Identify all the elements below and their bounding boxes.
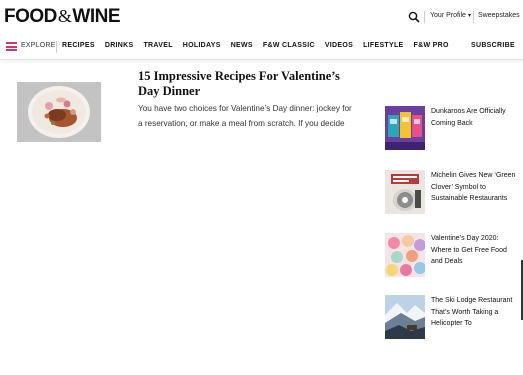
card-thumbnail: [385, 170, 425, 214]
card-title: Michelin Gives New ‘Green Clover’ Symbol…: [431, 172, 516, 202]
card-title: Dunkaroos Are Officially Coming Back: [431, 108, 506, 127]
site-logo[interactable]: FOOD&WINE: [4, 6, 121, 28]
nav-item-drinks[interactable]: DRINKS: [105, 42, 134, 49]
divider: [56, 41, 57, 53]
nav-item-fw-pro[interactable]: F&W PRO: [414, 42, 449, 49]
divider: [473, 11, 474, 23]
card-thumbnail: [385, 295, 425, 339]
profile-menu[interactable]: Your Profile ▾: [430, 12, 471, 19]
logo-ampersand: &: [57, 6, 72, 26]
hamburger-menu-icon[interactable]: [6, 42, 17, 51]
nav-item-videos[interactable]: VIDEOS: [325, 42, 353, 49]
nav-item-lifestyle[interactable]: LIFESTYLE: [363, 42, 403, 49]
article-thumbnail[interactable]: [17, 82, 101, 142]
divider: [424, 11, 425, 23]
sidebar-card[interactable]: Valentine’s Day 2020: Where to Get Free …: [385, 233, 523, 279]
plated-dish-image: [17, 82, 101, 142]
nav-item-holidays[interactable]: HOLIDAYS: [183, 42, 221, 49]
article-title[interactable]: 15 Impressive Recipes For Valentine’s Da…: [138, 69, 350, 99]
nav-item-news[interactable]: NEWS: [231, 42, 253, 49]
chevron-down-icon: ▾: [467, 13, 471, 19]
sweepstakes-link[interactable]: Sweepstakes: [478, 12, 520, 19]
nav-item-fw-classic[interactable]: F&W CLASSIC: [263, 42, 315, 49]
card-thumbnail: [385, 233, 425, 277]
nav-item-travel[interactable]: TRAVEL: [143, 42, 172, 49]
profile-label: Your Profile: [430, 12, 466, 19]
main-nav: EXPLORE RECIPES DRINKS TRAVEL HOLIDAYS N…: [0, 34, 523, 60]
article-description: You have two choices for Valentine’s Day…: [138, 104, 352, 128]
sidebar-card[interactable]: Dunkaroos Are Officially Coming Back: [385, 106, 523, 152]
logo-left: FOOD: [4, 6, 57, 27]
sidebar-card[interactable]: Michelin Gives New ‘Green Clover’ Symbol…: [385, 170, 523, 216]
nav-item-recipes[interactable]: RECIPES: [62, 42, 95, 49]
card-title: The Ski Lodge Restaurant That’s Worth Ta…: [431, 297, 513, 327]
top-bar: FOOD&WINE Your Profile ▾ Sweepstakes: [0, 0, 523, 32]
search-icon[interactable]: [408, 11, 420, 23]
subscribe-link[interactable]: SUBSCRIBE: [471, 42, 515, 49]
sidebar-card[interactable]: The Ski Lodge Restaurant That’s Worth Ta…: [385, 295, 523, 341]
logo-right: WINE: [72, 6, 121, 27]
explore-button[interactable]: EXPLORE: [21, 42, 55, 49]
nav-links: RECIPES DRINKS TRAVEL HOLIDAYS NEWS F&W …: [62, 42, 459, 49]
card-thumbnail: [385, 106, 425, 150]
card-title: Valentine’s Day 2020: Where to Get Free …: [431, 235, 507, 265]
